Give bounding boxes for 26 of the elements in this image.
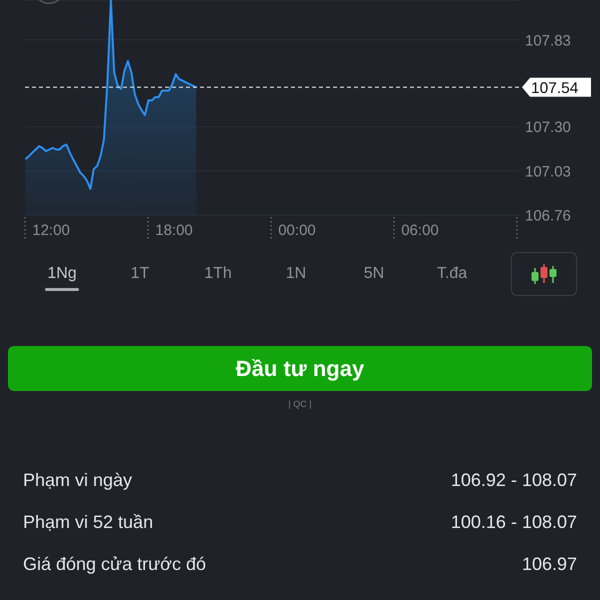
stat-label: Phạm vi 52 tuần [23, 512, 154, 532]
stat-value: 100.16 - 108.07 [450, 512, 577, 532]
stat-label: Phạm vi ngày [23, 470, 132, 490]
ad-label: | QC | [288, 398, 312, 410]
range-tab[interactable]: 1Ng [23, 252, 101, 296]
stat-label: Giá đóng cửa trước đó [23, 554, 206, 574]
x-axis-label: 06:00 [401, 222, 439, 239]
range-tab[interactable]: 1N [257, 252, 335, 296]
range-tab[interactable]: 1T [101, 252, 179, 296]
ref-line-label: 107.54 [531, 80, 579, 97]
y-axis-label: 107.83 [525, 32, 571, 50]
x-axis-label: 00:00 [278, 222, 316, 239]
stat-value: 106.92 - 108.07 [450, 470, 577, 490]
x-axis-label: 12:00 [32, 222, 70, 239]
y-axis-label: 107.30 [525, 119, 571, 136]
chart-type-button[interactable] [511, 252, 577, 296]
range-tab[interactable]: 1Th [179, 252, 257, 296]
y-axis-label: 106.76 [525, 208, 571, 224]
current-price-tag: 107.54 [522, 78, 591, 97]
invest-button[interactable]: Đầu tư ngay [8, 346, 592, 391]
stat-value: 106.97 [522, 554, 577, 574]
range-tab[interactable]: 5N [335, 252, 413, 296]
y-axis-label: 107.03 [525, 163, 571, 180]
range-tab[interactable]: T.đa [413, 252, 491, 296]
x-axis-label: 18:00 [155, 222, 193, 239]
candlestick-icon [531, 263, 557, 285]
